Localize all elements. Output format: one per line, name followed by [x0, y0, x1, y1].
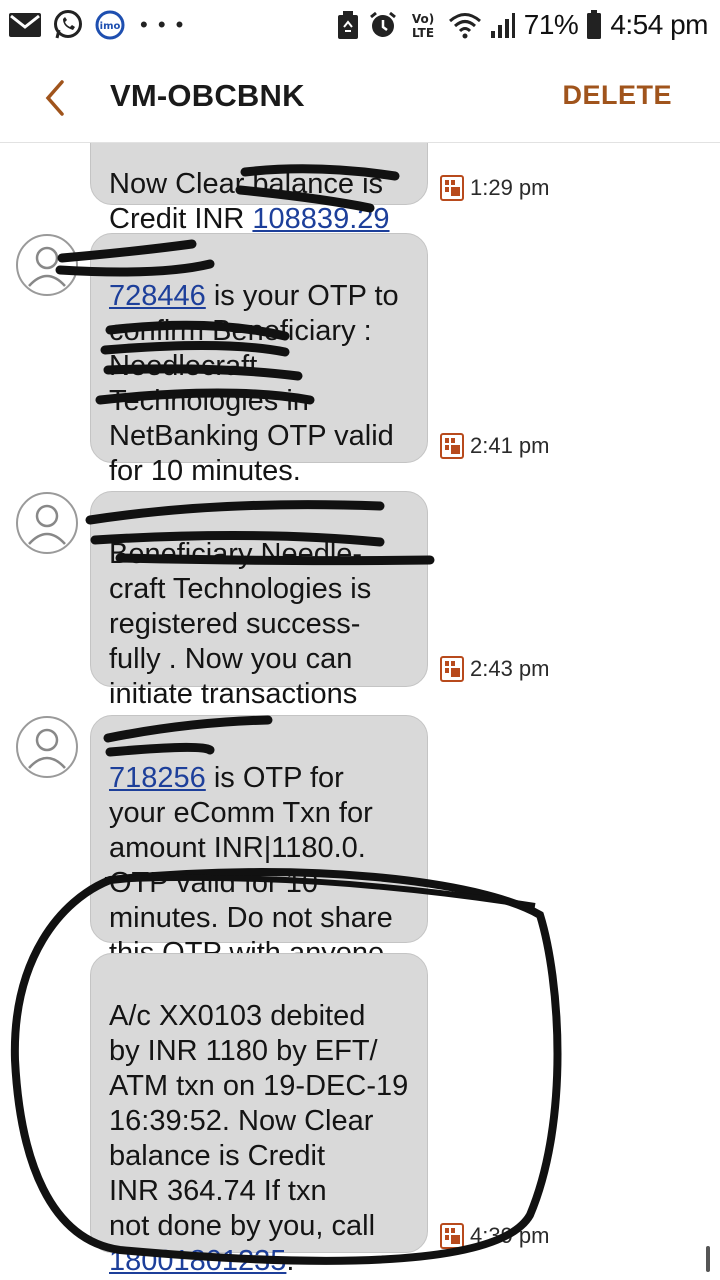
balance-link[interactable]: 108839.29 [252, 203, 389, 235]
clock: 4:54 pm [610, 9, 708, 40]
message-bubble[interactable]: 728446 is your OTP to confirm Beneficiar… [90, 233, 428, 487]
delete-button[interactable]: DELETE [562, 80, 672, 111]
app-bar: VM-OBCBNK DELETE [0, 50, 720, 143]
back-button[interactable] [36, 78, 76, 118]
phone-link[interactable]: 18001801235 [109, 1245, 286, 1277]
message-bubble[interactable]: Now Clear balance is Credit INR 108839.2… [90, 143, 428, 235]
email-icon [8, 12, 42, 38]
sim-card-icon [440, 656, 464, 682]
conversation-title: VM-OBCBNK [110, 78, 305, 113]
message-time: 2:43 pm [470, 656, 550, 681]
wifi-icon [448, 11, 482, 39]
message-meta: 2:43 pm [440, 656, 550, 682]
whatsapp-icon [52, 9, 84, 41]
message-meta: 1:29 pm [440, 175, 550, 201]
signal-icon [490, 11, 516, 39]
battery-percent: 71% [523, 9, 579, 40]
alarm-icon [368, 10, 398, 40]
message-bubble[interactable]: 718256 is OTP for your eComm Txn for amo… [90, 715, 428, 969]
scrollbar[interactable] [706, 1246, 710, 1272]
more-dots-icon: • • • [140, 12, 186, 37]
person-icon [28, 728, 66, 769]
sim-card-icon [440, 1223, 464, 1249]
volte-icon: Vo) LTE [406, 10, 440, 40]
sim-card-icon [440, 433, 464, 459]
person-icon [28, 504, 66, 545]
sender-avatar[interactable] [16, 492, 78, 554]
person-icon [28, 246, 66, 287]
svg-text:Vo): Vo) [412, 12, 434, 26]
recycle-icon [336, 10, 360, 40]
sender-avatar[interactable] [16, 234, 78, 296]
otp-link[interactable]: 728446 [109, 280, 206, 312]
message-bubble[interactable]: A/c XX0103 debited by INR 1180 by EFT/ A… [90, 953, 428, 1277]
message-time: 4:39 pm [470, 1223, 550, 1248]
message-list[interactable]: Now Clear balance is Credit INR 108839.2… [0, 143, 720, 1280]
message-meta: 4:39 pm [440, 1223, 550, 1249]
battery-icon [586, 10, 602, 40]
sim-card-icon [440, 175, 464, 201]
imo-icon: imo [94, 9, 126, 41]
message-text-end: . [286, 1245, 295, 1277]
message-bubble[interactable]: Beneficiary Needle- craft Technologies i… [90, 491, 428, 710]
sender-avatar[interactable] [16, 716, 78, 778]
message-time: 1:29 pm [470, 175, 550, 200]
otp-link[interactable]: 718256 [109, 762, 206, 794]
status-bar: imo • • • Vo) LTE 71% 4:54 pm [0, 0, 720, 50]
message-text: Beneficiary Needle- craft Technologies i… [109, 538, 372, 710]
message-time: 2:41 pm [470, 433, 550, 458]
message-text: A/c XX0103 debited by INR 1180 by EFT/ A… [109, 1000, 409, 1242]
message-meta: 2:41 pm [440, 433, 550, 459]
svg-text:LTE: LTE [412, 26, 434, 40]
svg-text:imo: imo [100, 21, 121, 32]
chevron-left-icon [45, 80, 64, 116]
